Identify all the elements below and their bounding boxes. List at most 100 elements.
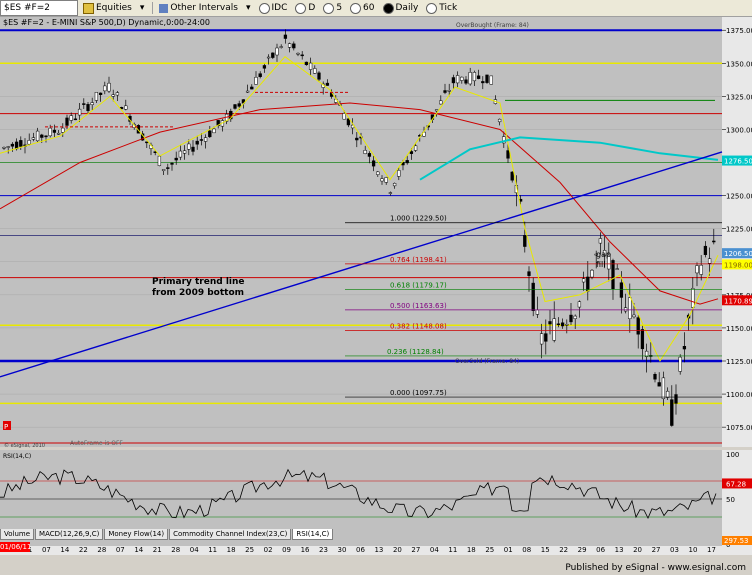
candle-body [195, 140, 199, 145]
tab-cci[interactable]: Commodity Channel Index(23,C) [169, 529, 292, 540]
candle-body [569, 314, 573, 323]
esignal-copyright: © eSignal, 2010 [4, 442, 45, 449]
candle-body [548, 321, 552, 325]
candle-body [292, 43, 296, 49]
candle-body [313, 68, 317, 74]
time-tick-label: 07 [42, 546, 51, 554]
price-chart[interactable]: 1.000 (1229.50) 0.764 (1198.41) 0.618 (117… [0, 17, 752, 563]
candle-body [82, 103, 86, 105]
candle-body [304, 61, 309, 66]
time-tick-label: 20 [393, 546, 402, 554]
fib-label: 0.382 (1148.08) [390, 322, 447, 330]
price-label: 1170.89 [724, 297, 752, 305]
folder-icon [83, 2, 94, 14]
candle-body [212, 128, 216, 134]
time-tick-label: 13 [374, 546, 383, 554]
price-label: 1276.50 [724, 158, 752, 166]
candle-body [489, 75, 493, 85]
candle-body [523, 235, 527, 247]
time-tick-label: 13 [615, 546, 624, 554]
tab-rsi[interactable]: RSI(14,C) [292, 529, 334, 540]
candle-body [535, 309, 540, 315]
fib-label: 0.618 (1179.17) [390, 281, 447, 289]
interval-60-button[interactable]: 60 [347, 1, 377, 15]
candle-body [363, 149, 367, 154]
fib-label: 0.236 (1128.84) [387, 348, 444, 356]
symbol-field[interactable]: $ES #F=2 [0, 0, 78, 16]
annotation-trendline-2: from 2009 bottom [152, 288, 244, 298]
candle-body [342, 113, 346, 120]
candle-body [481, 81, 485, 84]
candle-body [245, 90, 250, 93]
fill-label: fill [596, 260, 605, 269]
price-tick-label: 1350.00 [726, 60, 752, 68]
time-tick-label: 02 [264, 546, 273, 554]
published-by: Published by eSignal - www.esignal.com [565, 563, 746, 573]
candle-body [376, 171, 380, 175]
interval-idc-button[interactable]: IDC [256, 1, 291, 15]
candle-body [472, 72, 477, 82]
dropdown-arrow-icon[interactable]: ▾ [137, 1, 148, 15]
price-tick-label: 1150.00 [726, 325, 752, 333]
candle-body [208, 130, 212, 138]
candle-body [10, 143, 15, 147]
radio-icon [258, 2, 270, 14]
candle-body [682, 346, 687, 350]
chart-area[interactable]: 1.000 (1229.50) 0.764 (1198.41) 0.618 (117… [0, 17, 752, 563]
annotation-trendline-1: Primary trend line [152, 277, 245, 287]
candle-body [275, 47, 279, 56]
candle-body [556, 323, 561, 326]
candle-body [308, 62, 313, 70]
candle-body [44, 135, 48, 138]
interval-5-button[interactable]: 5 [320, 1, 345, 15]
candle-body [485, 74, 489, 83]
candle-body [262, 65, 267, 69]
interval-daily-button[interactable]: Daily [380, 1, 422, 15]
candle-body [636, 317, 640, 335]
candle-body [279, 46, 283, 48]
time-tick-label: 27 [411, 546, 420, 554]
date-badge: 01/06/11 [0, 542, 32, 552]
candle-body [560, 322, 565, 327]
interval-tick-button[interactable]: Tick [423, 1, 460, 15]
tab-macd[interactable]: MACD(12,26,9,C) [35, 529, 104, 540]
fib-label: 0.000 (1097.75) [390, 389, 447, 397]
price-tick-label: 1100.00 [726, 391, 752, 399]
tab-money-flow[interactable]: Money Flow(14) [104, 529, 169, 540]
candle-body [115, 92, 120, 96]
rsi-value-label: 67.28 [726, 480, 746, 488]
price-tick-label: 1375.00 [726, 27, 752, 35]
candle-body [65, 117, 69, 126]
other-intervals-button[interactable]: Other Intervals [156, 1, 241, 15]
candle-body [166, 167, 170, 169]
dropdown-arrow-icon[interactable]: ▾ [243, 1, 254, 15]
candle-body [434, 109, 439, 112]
fib-label: 0.764 (1198.41) [390, 256, 447, 264]
candle-body [52, 129, 57, 133]
candle-body [707, 258, 712, 264]
candle-body [510, 171, 514, 181]
time-tick-label: 21 [153, 546, 162, 554]
candle-body [258, 73, 262, 77]
interval-d-button[interactable]: D [292, 1, 318, 15]
candle-body [317, 72, 321, 80]
candle-body [632, 314, 636, 318]
price-tick-label: 1250.00 [726, 193, 752, 201]
price-tick-label: 1325.00 [726, 93, 752, 101]
candle-body [619, 282, 624, 298]
candle-body [287, 43, 292, 48]
candle-body [653, 374, 657, 380]
candle-body [19, 140, 23, 147]
candle-body [48, 127, 52, 137]
candle-body [191, 146, 195, 152]
time-tick-label: 28 [97, 546, 106, 554]
equities-button[interactable]: Equities [80, 1, 135, 15]
candle-body [611, 260, 615, 289]
time-tick-label: 30 [338, 546, 347, 554]
candle-body [670, 399, 674, 426]
candle-body [2, 147, 6, 149]
candle-body [355, 137, 359, 141]
time-tick-label: 20 [633, 546, 642, 554]
p-marker: P [4, 423, 8, 431]
tab-volume[interactable]: Volume [0, 529, 35, 540]
